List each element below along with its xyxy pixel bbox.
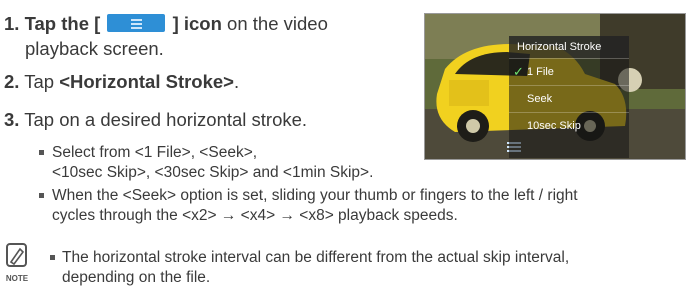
step-1-text-c: on the video	[221, 13, 328, 34]
step-1-text-b: ] icon	[172, 13, 222, 34]
menu-item-1-file[interactable]: ✓ 1 File	[509, 58, 629, 85]
menu-icon	[107, 14, 166, 32]
menu-item-label: 1 File	[527, 66, 554, 78]
step-1: 1. Tap the [ ] icon on the video	[4, 12, 328, 36]
step-number: 3.	[4, 109, 20, 130]
step-3: 3. Tap on a desired horizontal stroke.	[4, 108, 307, 132]
bullet-line: cycles through the <x2> → <x4> → <x8> pl…	[52, 207, 458, 224]
menu-item-label: Seek	[527, 93, 553, 105]
menu-item-seek[interactable]: Seek	[509, 85, 629, 112]
bullet-seek: When the <Seek> option is set, sliding y…	[39, 186, 578, 226]
step-number: 2.	[4, 71, 20, 92]
bullet-line: Select from <1 File>, <Seek>,	[52, 144, 258, 161]
menu-item-label: 10sec Skip	[527, 120, 581, 132]
note-line: depending on the file.	[62, 269, 211, 286]
note-text: The horizontal stroke interval can be di…	[50, 248, 570, 288]
bullet-line: <10sec Skip>, <30sec Skip> and <1min Ski…	[52, 164, 374, 181]
bullet-marker	[39, 150, 44, 155]
bullet-line: When the <Seek> option is set, sliding y…	[52, 187, 578, 204]
step-3-text: Tap on a desired horizontal stroke.	[24, 109, 308, 130]
step-2: 2. Tap <Horizontal Stroke>.	[4, 70, 239, 94]
menu-item-10sec-skip[interactable]: 10sec Skip	[509, 112, 629, 139]
bullet-options: Select from <1 File>, <Seek>, <10sec Ski…	[39, 143, 374, 183]
screen-screenshot: Horizontal Stroke ✓ 1 File Seek 10sec Sk…	[424, 13, 686, 160]
step-1-text-a: Tap the [	[24, 13, 101, 34]
note-icon: NOTE	[6, 243, 28, 283]
checkmark-icon: ✓	[513, 64, 524, 79]
note-line: The horizontal stroke interval can be di…	[62, 249, 570, 266]
step-2-end: .	[233, 71, 240, 92]
note-icon-label: NOTE	[6, 274, 28, 283]
step-number: 1.	[4, 13, 20, 34]
step-2-option: <Horizontal Stroke>	[59, 71, 234, 92]
step-2-text: Tap	[24, 71, 60, 92]
bullet-marker	[39, 193, 44, 198]
menu-header: Horizontal Stroke	[509, 36, 629, 58]
step-1-line2: playback screen.	[25, 38, 164, 59]
horizontal-stroke-menu: Horizontal Stroke ✓ 1 File Seek 10sec Sk…	[509, 36, 629, 158]
bullet-marker	[50, 255, 55, 260]
